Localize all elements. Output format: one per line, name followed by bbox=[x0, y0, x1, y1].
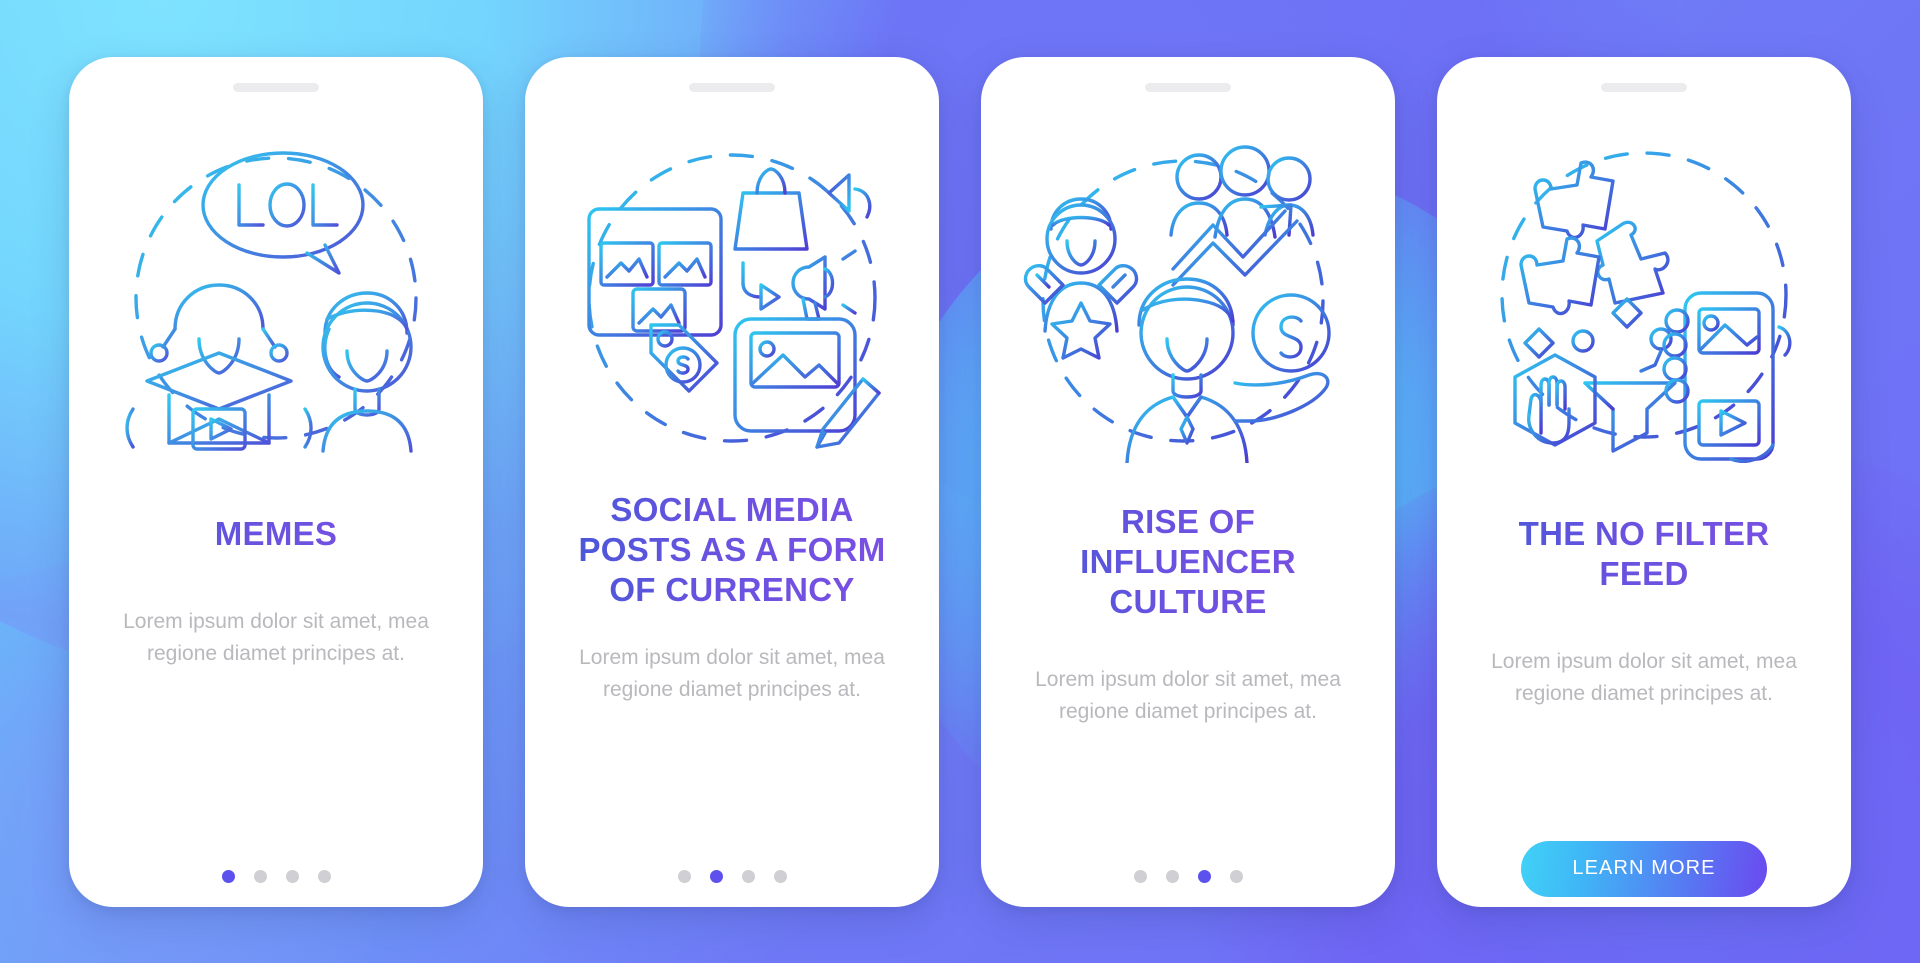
pagination-dot-1[interactable] bbox=[221, 870, 235, 883]
pagination-dot-3[interactable] bbox=[1197, 870, 1211, 883]
phone-card-social-media-currency[interactable]: SOCIAL MEDIA POSTS AS A FORM OF CURRENCY… bbox=[525, 56, 939, 907]
pagination-dots[interactable] bbox=[221, 847, 331, 907]
phone-card-no-filter-feed[interactable]: THE NO FILTER FEED Lorem ipsum dolor sit… bbox=[1437, 56, 1851, 907]
phone-speaker-grille bbox=[1145, 82, 1231, 92]
pagination-dot-2[interactable] bbox=[253, 870, 267, 883]
screen-body-text: Lorem ipsum dolor sit amet, mea regione … bbox=[1491, 650, 1797, 705]
pagination-dot-3[interactable] bbox=[741, 870, 755, 883]
screen-title: SOCIAL MEDIA POSTS AS A FORM OF CURRENCY bbox=[559, 490, 905, 611]
screen-title: MEMES bbox=[103, 514, 449, 554]
pagination-dot-2[interactable] bbox=[709, 870, 723, 883]
pagination-dots[interactable] bbox=[1133, 847, 1243, 907]
phone-card-memes[interactable]: MEMES Lorem ipsum dolor sit amet, mea re… bbox=[69, 56, 483, 907]
screen-body-text: Lorem ipsum dolor sit amet, mea regione … bbox=[1035, 668, 1341, 724]
screen-title: RISE OF INFLUENCER CULTURE bbox=[1015, 502, 1361, 623]
screen-body-text: Lorem ipsum dolor sit amet, mea regione … bbox=[579, 646, 885, 702]
phone-speaker-grille bbox=[689, 82, 775, 92]
pagination-dot-4[interactable] bbox=[1229, 870, 1243, 883]
phone-card-influencer-culture[interactable]: RISE OF INFLUENCER CULTURE Lorem ipsum d… bbox=[981, 56, 1395, 907]
cta-container: LEARN MORE bbox=[1521, 839, 1767, 899]
learn-more-button[interactable]: LEARN MORE bbox=[1521, 840, 1767, 897]
memes-illustration bbox=[103, 106, 449, 490]
pagination-dot-3[interactable] bbox=[285, 870, 299, 883]
pagination-dot-4[interactable] bbox=[317, 870, 331, 883]
pagination-dot-1[interactable] bbox=[1133, 870, 1147, 883]
pagination-dot-1[interactable] bbox=[677, 870, 691, 883]
no-filter-feed-illustration bbox=[1471, 106, 1817, 490]
onboarding-screens-mockup: MEMES Lorem ipsum dolor sit amet, mea re… bbox=[0, 0, 1920, 963]
phone-speaker-grille bbox=[1601, 82, 1687, 92]
screen-title: THE NO FILTER FEED bbox=[1471, 514, 1817, 595]
screen-body-text: Lorem ipsum dolor sit amet, mea regione … bbox=[123, 609, 429, 665]
influencer-culture-illustration bbox=[1015, 106, 1361, 490]
phone-cards-row: MEMES Lorem ipsum dolor sit amet, mea re… bbox=[0, 0, 1920, 963]
phone-speaker-grille bbox=[233, 82, 319, 92]
pagination-dot-2[interactable] bbox=[1165, 870, 1179, 883]
social-media-currency-illustration bbox=[559, 106, 905, 490]
pagination-dots[interactable] bbox=[677, 847, 787, 907]
pagination-dot-4[interactable] bbox=[773, 870, 787, 883]
